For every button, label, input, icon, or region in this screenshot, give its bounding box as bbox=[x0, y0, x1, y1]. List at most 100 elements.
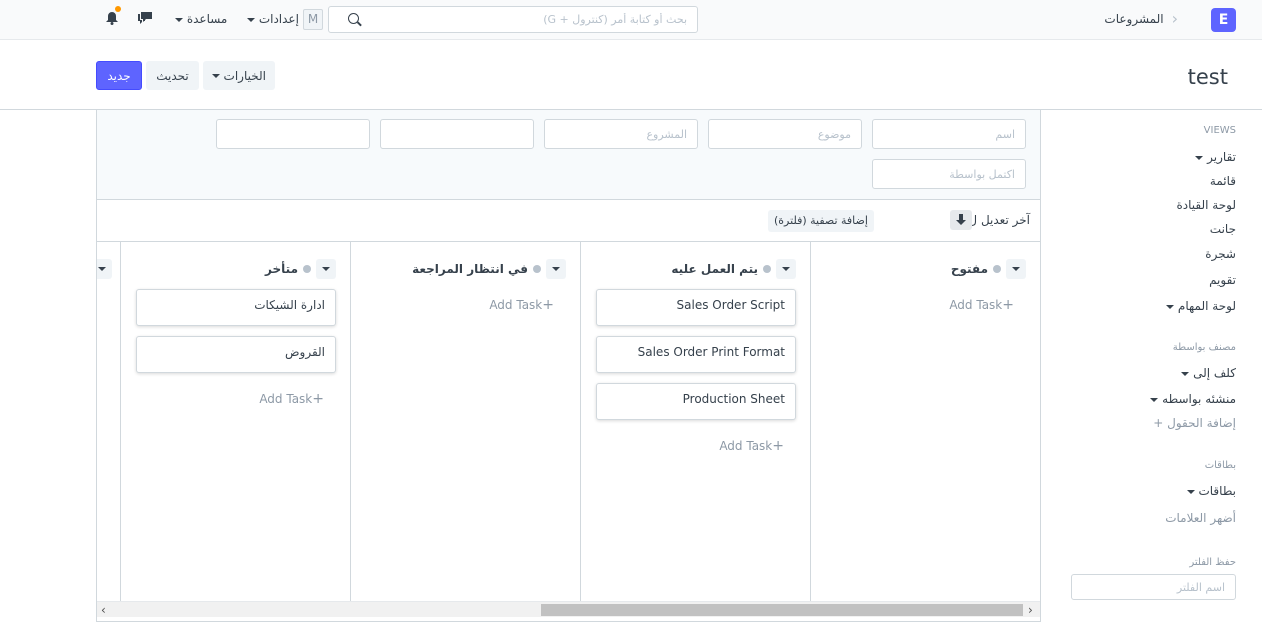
breadcrumb-projects[interactable]: المشروعات bbox=[1104, 12, 1163, 26]
add-task-button[interactable]: Add Task+ bbox=[949, 297, 1014, 313]
column-title: متأخر bbox=[265, 262, 298, 276]
chevron-down-icon bbox=[211, 74, 220, 78]
scroll-left-icon[interactable]: ‹ bbox=[101, 603, 106, 617]
kanban-board: مفتوح Add Task+ يتم العمل عليه Sales Ord… bbox=[97, 242, 1040, 602]
sidebar-item-dashboard[interactable]: لوحة القيادة bbox=[1177, 198, 1237, 212]
filter-input-4[interactable] bbox=[380, 119, 534, 149]
settings-menu[interactable]: إعدادات bbox=[247, 12, 299, 26]
breadcrumb: ‹ المشروعات bbox=[1104, 9, 1178, 28]
horizontal-scrollbar[interactable]: ‹ › bbox=[97, 601, 1040, 617]
kanban-column-pending-review: في انتظار المراجعة Add Task+ bbox=[350, 242, 580, 602]
add-task-button[interactable]: Add Task+ bbox=[719, 438, 784, 454]
sidebar-item-tags[interactable]: بطاقات bbox=[1186, 484, 1236, 498]
sidebar-item-gantt[interactable]: جانت bbox=[1210, 222, 1236, 236]
sidebar-item-reports[interactable]: تقارير bbox=[1195, 150, 1236, 164]
chevron-down-icon bbox=[1195, 155, 1204, 160]
plus-icon: + bbox=[312, 391, 324, 407]
chevron-down-icon bbox=[1012, 267, 1020, 271]
column-header: يتم العمل عليه bbox=[671, 259, 796, 279]
column-menu-button[interactable] bbox=[97, 259, 112, 279]
main-content: آخر تعديل ل إضافة تصفية (فلترة) مفتوح Ad… bbox=[96, 110, 1041, 622]
sidebar-item-label: بطاقات bbox=[1198, 484, 1236, 498]
column-menu-button[interactable] bbox=[546, 259, 566, 279]
show-tags-link[interactable]: أضهر العلامات bbox=[1165, 511, 1236, 525]
sidebar-item-kanban[interactable]: لوحة المهام bbox=[1166, 299, 1236, 313]
sidebar-item-assigned-to[interactable]: كلف إلى bbox=[1181, 366, 1236, 380]
sidebar-item-label: لوحة المهام bbox=[1177, 299, 1236, 313]
options-label: الخيارات bbox=[223, 68, 266, 83]
add-task-label: Add Task bbox=[259, 392, 313, 406]
column-header: مفتوح bbox=[951, 259, 1026, 279]
kanban-card[interactable]: Sales Order Print Format bbox=[596, 336, 796, 373]
arrow-down-icon bbox=[956, 214, 966, 225]
chevron-down-icon bbox=[552, 267, 560, 271]
sidebar-item-tree[interactable]: شجرة bbox=[1205, 247, 1236, 261]
name-filter-input[interactable] bbox=[872, 119, 1026, 149]
column-menu-button[interactable] bbox=[1006, 259, 1026, 279]
chevron-down-icon bbox=[782, 267, 790, 271]
chevron-left-icon: ‹ bbox=[1171, 9, 1178, 28]
sidebar-item-list[interactable]: قائمة bbox=[1210, 174, 1236, 188]
kanban-card[interactable]: ادارة الشيكات bbox=[136, 289, 336, 326]
add-fields-link[interactable]: إضافة الحقول + bbox=[1153, 416, 1236, 430]
chat-icon[interactable] bbox=[137, 11, 153, 25]
plus-icon: + bbox=[1153, 416, 1164, 430]
new-button[interactable]: جديد bbox=[96, 61, 142, 90]
notification-bell-icon[interactable] bbox=[106, 6, 121, 25]
plus-icon: + bbox=[772, 438, 784, 454]
page-header: test الخيارات تحديث جديد bbox=[0, 40, 1262, 110]
tags-heading: بطاقات bbox=[1204, 460, 1236, 471]
views-heading: VIEWS bbox=[1203, 125, 1236, 136]
help-label: مساعدة bbox=[186, 12, 228, 26]
search-icon bbox=[348, 13, 359, 24]
notification-dot bbox=[115, 6, 121, 12]
filter-input-5[interactable] bbox=[216, 119, 370, 149]
avatar[interactable]: M bbox=[303, 9, 323, 30]
kanban-card[interactable]: القروض bbox=[136, 336, 336, 373]
sort-row: آخر تعديل ل إضافة تصفية (فلترة) bbox=[97, 200, 1040, 242]
completed-by-filter-input[interactable] bbox=[872, 159, 1026, 189]
search-input[interactable] bbox=[363, 7, 687, 32]
sidebar-item-label: منشئه بواسطه bbox=[1162, 392, 1236, 406]
column-menu-button[interactable] bbox=[776, 259, 796, 279]
chevron-down-icon bbox=[247, 17, 255, 22]
column-status-dot bbox=[533, 265, 541, 273]
sidebar-item-created-by[interactable]: منشئه بواسطه bbox=[1150, 392, 1236, 406]
chevron-down-icon bbox=[98, 267, 106, 271]
search-box bbox=[328, 6, 698, 33]
column-menu-button[interactable] bbox=[316, 259, 336, 279]
sort-order-button[interactable] bbox=[950, 210, 972, 230]
subject-filter-input[interactable] bbox=[708, 119, 862, 149]
scroll-right-icon[interactable]: › bbox=[1028, 603, 1033, 617]
standard-filters bbox=[97, 110, 1040, 200]
add-fields-label: إضافة الحقول bbox=[1167, 416, 1236, 430]
column-header: متأخر bbox=[265, 259, 336, 279]
sidebar-item-label: كلف إلى bbox=[1193, 366, 1236, 380]
column-header bbox=[97, 259, 112, 279]
settings-label: إعدادات bbox=[258, 12, 299, 26]
help-menu[interactable]: مساعدة bbox=[175, 12, 227, 26]
column-status-dot bbox=[763, 265, 771, 273]
app-logo[interactable]: E bbox=[1211, 8, 1236, 32]
navbar: E ‹ المشروعات M إعدادات مساعدة bbox=[0, 0, 1262, 40]
plus-icon: + bbox=[1002, 297, 1014, 313]
sidebar-item-calendar[interactable]: تقويم bbox=[1209, 273, 1236, 287]
group-by-heading: مصنف بواسطة bbox=[1172, 342, 1236, 353]
add-task-label: Add Task bbox=[949, 298, 1003, 312]
add-task-button[interactable]: Add Task+ bbox=[489, 297, 554, 313]
column-title: في انتظار المراجعة bbox=[412, 262, 528, 276]
chevron-down-icon bbox=[1186, 489, 1195, 494]
kanban-card[interactable]: Production Sheet bbox=[596, 383, 796, 420]
column-header: في انتظار المراجعة bbox=[412, 259, 566, 279]
add-task-button[interactable]: Add Task+ bbox=[259, 391, 324, 407]
options-button[interactable]: الخيارات bbox=[203, 61, 275, 90]
kanban-card[interactable]: Sales Order Script bbox=[596, 289, 796, 326]
add-filter-button[interactable]: إضافة تصفية (فلترة) bbox=[768, 210, 874, 232]
add-task-label: Add Task bbox=[719, 439, 773, 453]
refresh-button[interactable]: تحديث bbox=[146, 61, 199, 90]
project-filter-input[interactable] bbox=[544, 119, 698, 149]
sort-selector[interactable]: آخر تعديل ل bbox=[968, 213, 1030, 227]
add-task-label: Add Task bbox=[489, 298, 543, 312]
filter-name-input[interactable] bbox=[1071, 574, 1236, 600]
scrollbar-thumb[interactable] bbox=[541, 604, 1023, 616]
